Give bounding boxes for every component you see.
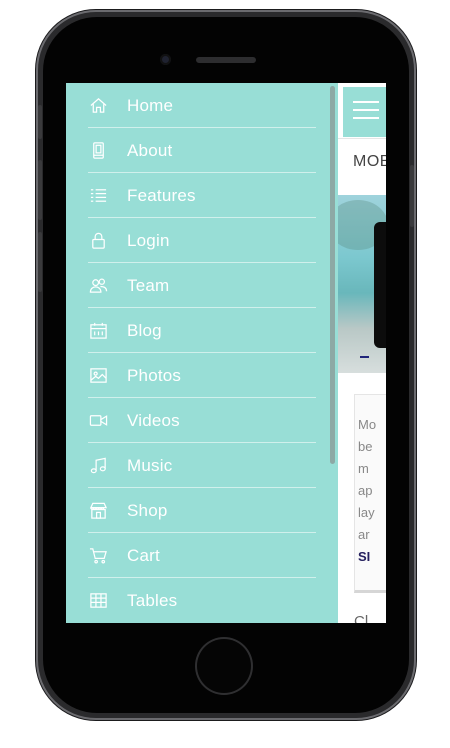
users-icon [88, 276, 108, 296]
hamburger-icon [353, 101, 379, 103]
page-content: MOB Mo be m ap lay ar SI Cl [338, 83, 386, 623]
menu-item-music[interactable]: Music [66, 443, 338, 488]
earpiece-speaker [196, 57, 256, 63]
menu-item-blog[interactable]: Blog [66, 308, 338, 353]
hamburger-icon [353, 109, 379, 111]
menu-item-label: About [127, 140, 173, 160]
cart-icon [88, 546, 108, 566]
sidebar-menu: Home About Features Login Team Blog Phot… [66, 83, 338, 623]
menu-item-label: Photos [127, 365, 182, 385]
card-text: ar [358, 527, 370, 542]
menu-item-about[interactable]: About [66, 128, 338, 173]
menu-item-label: Team [127, 275, 170, 295]
table-icon [88, 591, 108, 611]
sidebar-scrollbar[interactable] [330, 86, 335, 464]
menu-item-label: Home [127, 95, 174, 115]
device-mockup [374, 222, 386, 348]
image-icon [88, 366, 108, 386]
volume-down-button [38, 232, 42, 292]
front-camera [160, 54, 171, 65]
menu-item-label: Shop [127, 500, 168, 520]
section-heading: Cl [354, 613, 369, 623]
menu-item-team[interactable]: Team [66, 263, 338, 308]
menu-item-label: Blog [127, 320, 162, 340]
menu-item-label: Tables [127, 590, 178, 610]
menu-item-login[interactable]: Login [66, 218, 338, 263]
menu-item-videos[interactable]: Videos [66, 398, 338, 443]
menu-item-shop[interactable]: Shop [66, 488, 338, 533]
card-text: m [358, 461, 369, 476]
menu-toggle-button[interactable] [343, 87, 386, 137]
card-text: be [358, 439, 373, 454]
menu-item-cart[interactable]: Cart [66, 533, 338, 578]
card-text: Mo [358, 417, 377, 432]
power-button [410, 165, 414, 227]
calendar-icon [88, 321, 108, 341]
menu-item-label: Features [127, 185, 196, 205]
menu-item-label: Login [127, 230, 170, 250]
home-button[interactable] [197, 639, 251, 693]
hero-image [338, 195, 386, 373]
home-icon [88, 96, 108, 116]
card-link[interactable]: SI [358, 549, 370, 564]
menu-item-photos[interactable]: Photos [66, 353, 338, 398]
phone-screen: Home About Features Login Team Blog Phot… [66, 83, 386, 623]
phone-device-icon [88, 141, 108, 161]
menu-item-label: Cart [127, 545, 160, 565]
page-title: MOB [353, 153, 386, 170]
menu-item-features[interactable]: Features [66, 173, 338, 218]
menu-item-home[interactable]: Home [66, 83, 338, 128]
card-text: ap [358, 483, 373, 498]
lock-icon [88, 231, 108, 251]
mute-switch [38, 105, 42, 139]
card-text: lay [358, 505, 375, 520]
volume-up-button [38, 160, 42, 220]
slider-indicator[interactable] [360, 356, 369, 358]
list-icon [88, 186, 108, 206]
header-divider [338, 138, 386, 139]
menu-item-label: Music [127, 455, 173, 475]
video-camera-icon [88, 411, 108, 431]
music-note-icon [88, 456, 108, 476]
menu-item-label: Videos [127, 410, 180, 430]
hamburger-icon [353, 117, 379, 119]
store-icon [88, 501, 108, 521]
menu-item-tables[interactable]: Tables [66, 578, 338, 623]
